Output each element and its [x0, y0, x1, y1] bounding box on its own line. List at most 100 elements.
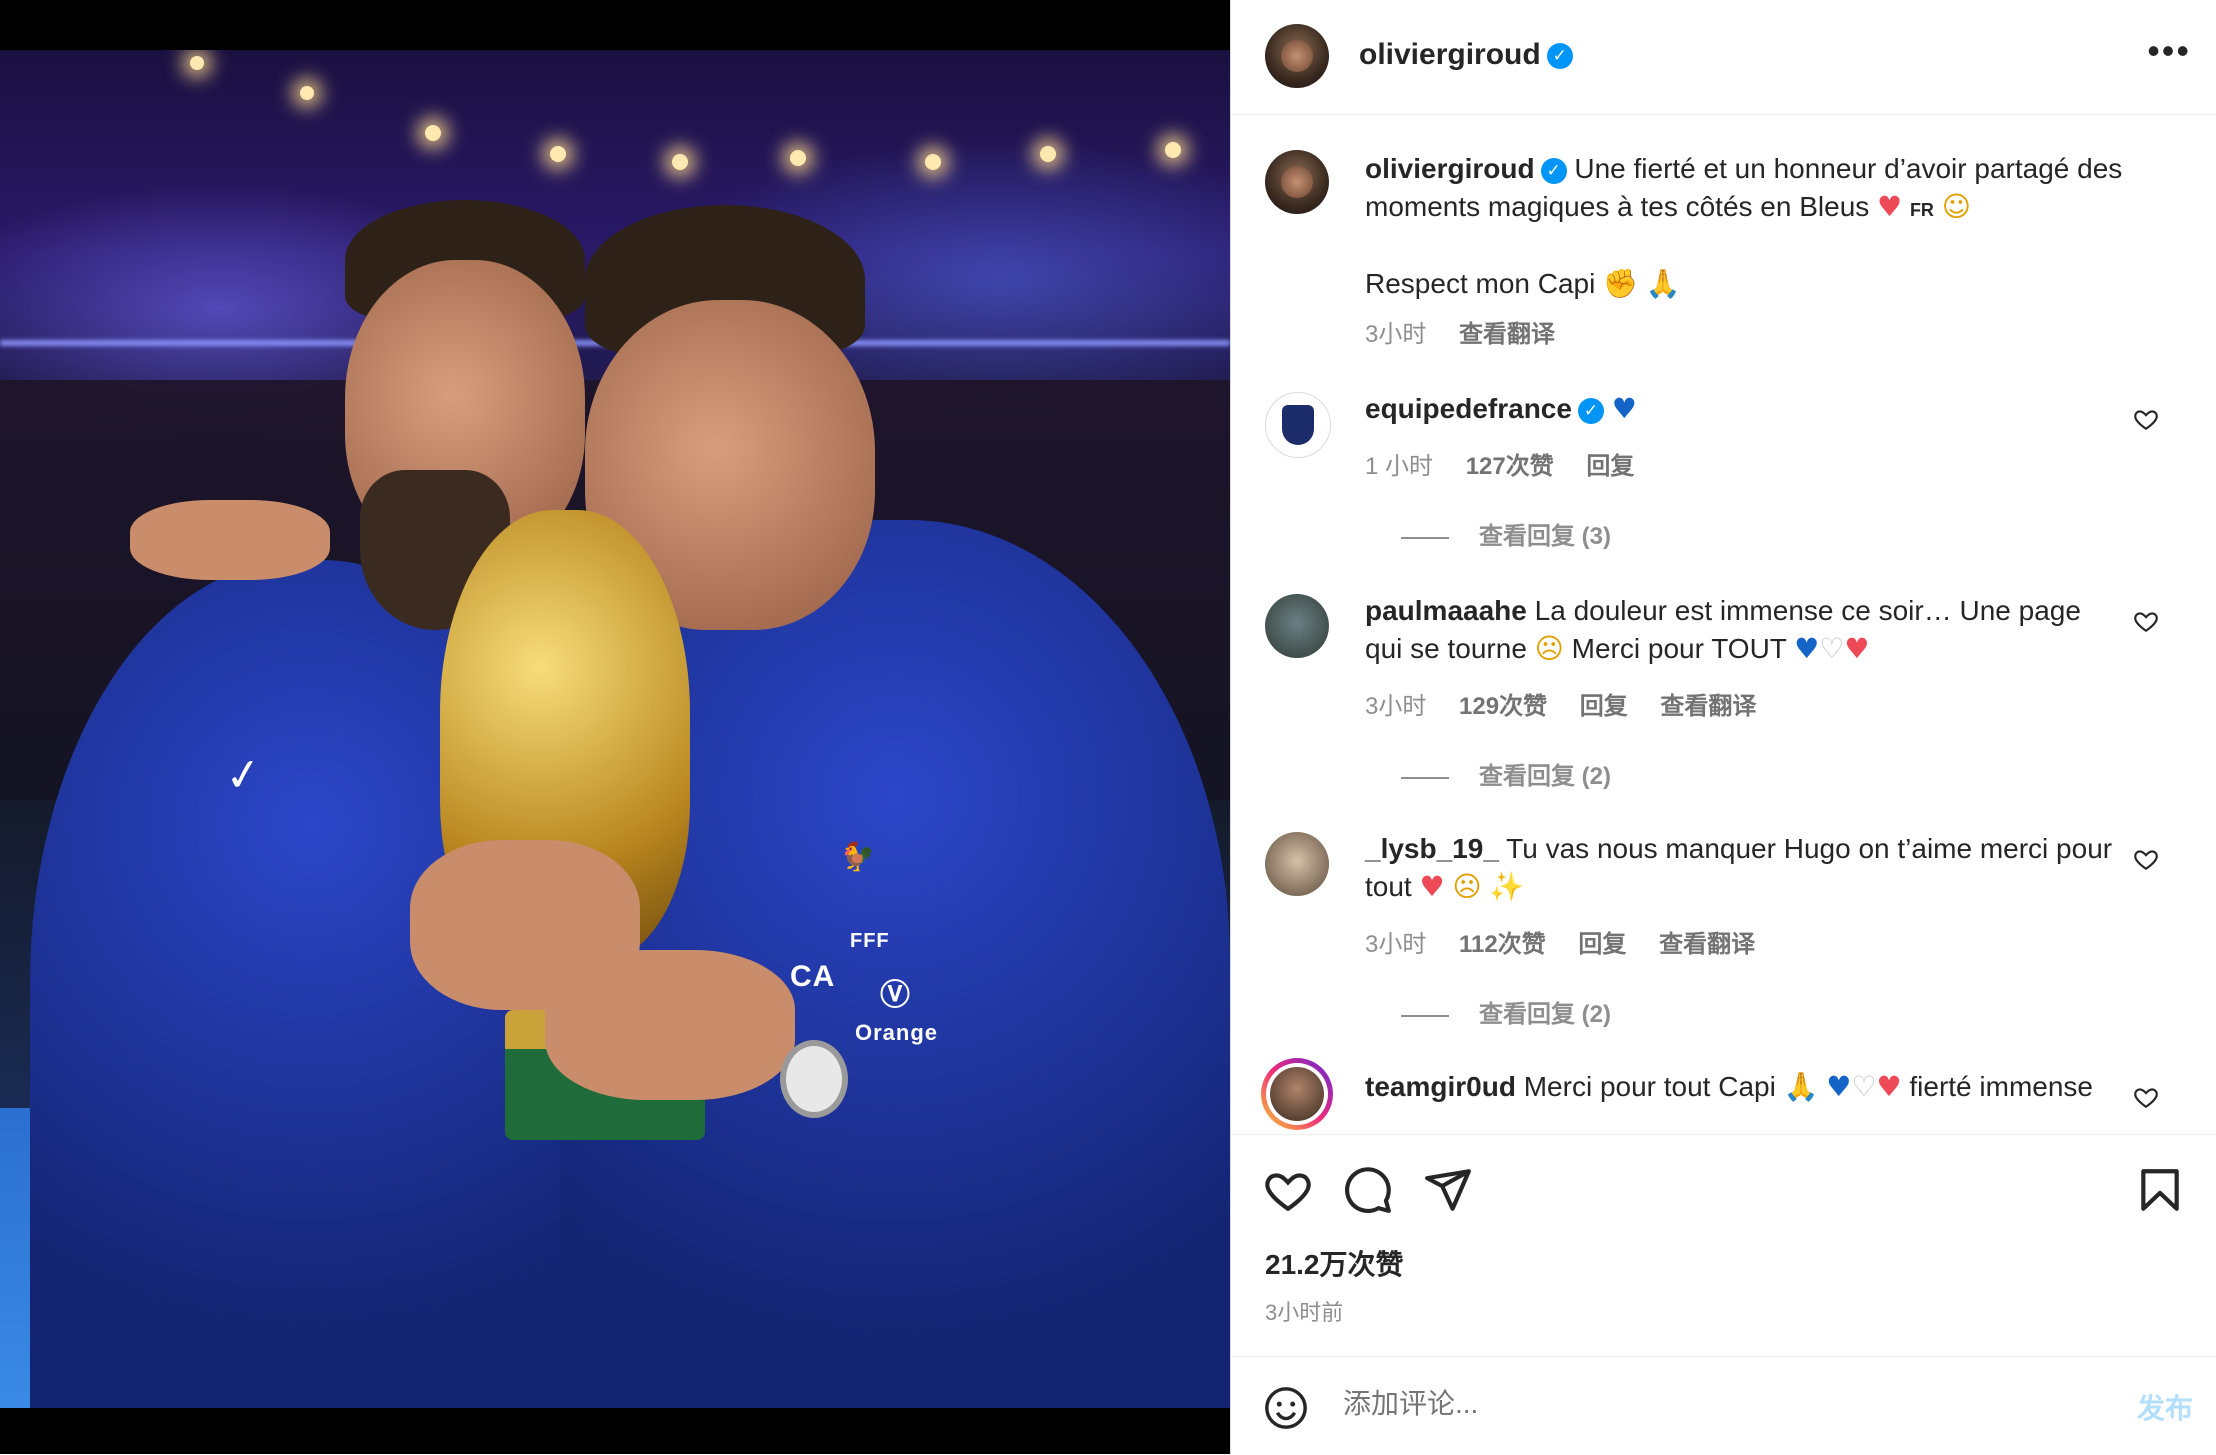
comment-likes[interactable]: 129次赞	[1459, 693, 1547, 720]
reply-button[interactable]: 回复	[1580, 693, 1628, 720]
white-heart-icon: ♡	[1819, 632, 1845, 665]
post-photo: ✓ 🐓 FFF CA Ⓥ Orange	[0, 50, 1230, 1408]
header-username[interactable]: oliviergiroud ✓	[1359, 38, 1573, 72]
view-replies[interactable]: 查看回复 (2)	[1401, 994, 1611, 1029]
reply-button[interactable]: 回复	[1578, 931, 1626, 958]
emoji-icon[interactable]	[1263, 1385, 1309, 1431]
caption-username[interactable]: oliviergiroud	[1365, 153, 1535, 184]
blue-heart-icon: ♥	[1794, 632, 1820, 665]
caption-line2: Respect mon Capi	[1365, 268, 1596, 299]
caption: oliviergiroud ✓ Une fierté et un honneur …	[1261, 146, 2181, 349]
nike-logo: ✓	[221, 748, 266, 803]
post-actions: 21.2万次赞 3小时前	[1231, 1134, 2216, 1355]
comment: _lysb_19_ Tu vas nous manquer Hugo on t’…	[1261, 828, 2181, 1028]
fist-icon: ✊	[1603, 267, 1638, 300]
verified-icon: ✓	[1540, 157, 1567, 184]
sponsor-orange: Orange	[855, 1020, 939, 1045]
share-icon[interactable]	[1423, 1165, 1473, 1215]
stadium-light	[672, 154, 688, 170]
avatar[interactable]	[1265, 832, 1329, 896]
view-replies[interactable]: 查看回复 (3)	[1401, 516, 1611, 551]
praying-hands-icon: 🙏	[1783, 1070, 1819, 1103]
heart-icon[interactable]	[1263, 1165, 1313, 1215]
comment-text: equipedefrance ✓ ♥	[1365, 390, 2125, 428]
stadium-light	[1165, 142, 1181, 158]
fff-text: FFF	[850, 930, 890, 952]
avatar[interactable]	[1265, 150, 1329, 214]
comment-like-icon[interactable]	[2133, 608, 2159, 634]
caption-text: oliviergiroud ✓ Une fierté et un honneur …	[1365, 150, 2125, 303]
comment-time: 3小时	[1365, 693, 1427, 720]
caption-meta: 3小时 查看翻译	[1365, 314, 1581, 349]
stadium-light	[925, 154, 941, 170]
stadium-light	[790, 150, 806, 166]
avatar[interactable]	[1265, 24, 1329, 88]
stadium-light	[300, 86, 314, 100]
avatar[interactable]	[1265, 594, 1329, 658]
comment-like-icon[interactable]	[2133, 406, 2159, 432]
post-button[interactable]: 发布	[2137, 1387, 2193, 1427]
bookmark-icon[interactable]	[2135, 1165, 2185, 1215]
avatar[interactable]	[1265, 392, 1331, 458]
white-heart-icon: ♡	[1851, 1070, 1877, 1103]
post-media: ✓ 🐓 FFF CA Ⓥ Orange	[0, 0, 1230, 1454]
comment-likes[interactable]: 112次赞	[1459, 931, 1546, 958]
translate-button[interactable]: 查看翻译	[1660, 693, 1756, 720]
comment-like-icon[interactable]	[2133, 846, 2159, 872]
stadium-light	[190, 56, 204, 70]
comment-body: Merci pour tout Capi	[1523, 1071, 1776, 1102]
comment-text: _lysb_19_ Tu vas nous manquer Hugo on t’…	[1365, 830, 2125, 906]
comment-body-2: Merci pour TOUT	[1571, 633, 1787, 664]
verified-icon: ✓	[1577, 397, 1604, 424]
sad-face-icon: ☹	[1452, 870, 1482, 903]
comment-username[interactable]: teamgir0ud	[1365, 1071, 1516, 1102]
star-struck-icon: ☺	[1941, 190, 1971, 223]
comment-likes[interactable]: 127次赞	[1466, 453, 1554, 480]
comment: teamgir0ud Merci pour tout Capi 🙏 ♥♡♥ fi…	[1261, 1058, 2181, 1134]
wristwatch	[780, 1040, 848, 1118]
caption-time: 3小时	[1365, 321, 1427, 348]
hand	[545, 950, 795, 1100]
stadium-light	[425, 125, 441, 141]
comment-meta: 3小时 112次赞 回复 查看翻译	[1365, 924, 1781, 959]
red-heart-icon: ♥	[1876, 1070, 1902, 1103]
comment-meta: 1 小时 127次赞 回复	[1365, 446, 1660, 481]
view-replies-label[interactable]: 查看回复 (3)	[1479, 523, 1611, 550]
comment: paulmaaahe La douleur est immense ce soi…	[1261, 590, 2181, 790]
view-replies-label[interactable]: 查看回复 (2)	[1479, 763, 1611, 790]
more-icon[interactable]: •••	[2147, 30, 2191, 72]
comment-composer: 发布	[1231, 1356, 2216, 1455]
fff-crest: 🐓	[840, 841, 876, 872]
translate-button[interactable]: 查看翻译	[1659, 931, 1755, 958]
comment-icon[interactable]	[1343, 1165, 1393, 1215]
comment-username[interactable]: paulmaaahe	[1365, 595, 1527, 626]
comment-like-icon[interactable]	[2133, 1084, 2159, 1110]
stadium-light	[1040, 146, 1056, 162]
comment-username[interactable]: _lysb_19_	[1365, 833, 1499, 864]
caption-translate[interactable]: 查看翻译	[1459, 321, 1555, 348]
verified-icon: ✓	[1546, 43, 1573, 70]
comment-text: teamgir0ud Merci pour tout Capi 🙏 ♥♡♥ fi…	[1365, 1068, 2125, 1106]
sponsor-vw: Ⓥ	[880, 979, 911, 1012]
avatar-story-ring[interactable]	[1261, 1058, 1333, 1130]
username-text[interactable]: oliviergiroud	[1359, 38, 1541, 71]
comment-username[interactable]: equipedefrance	[1365, 393, 1572, 424]
likes-count[interactable]: 21.2万次赞	[1265, 1243, 1404, 1283]
post-header: oliviergiroud ✓ •••	[1231, 0, 2216, 115]
comment-body-2: fierté immense	[1909, 1071, 2093, 1102]
red-heart-icon: ♥	[1419, 870, 1445, 903]
post-time: 3小时前	[1265, 1300, 1344, 1325]
praying-hands-icon: 🙏	[1645, 267, 1681, 300]
crying-face-icon: ☹	[1534, 632, 1564, 665]
hand	[130, 500, 330, 580]
comment-input[interactable]	[1341, 1387, 2045, 1421]
view-replies-label[interactable]: 查看回复 (2)	[1479, 1001, 1611, 1028]
dash	[1401, 776, 1449, 779]
comment: equipedefrance ✓ ♥ 1 小时 127次赞 回复 查看回复 (3)	[1261, 388, 2181, 558]
reply-button[interactable]: 回复	[1586, 453, 1634, 480]
sparkles-icon: ✨	[1489, 870, 1525, 903]
comment-time: 1 小时	[1365, 453, 1434, 480]
dash	[1401, 536, 1449, 539]
red-heart-icon: ♥	[1844, 632, 1870, 665]
view-replies[interactable]: 查看回复 (2)	[1401, 756, 1611, 791]
